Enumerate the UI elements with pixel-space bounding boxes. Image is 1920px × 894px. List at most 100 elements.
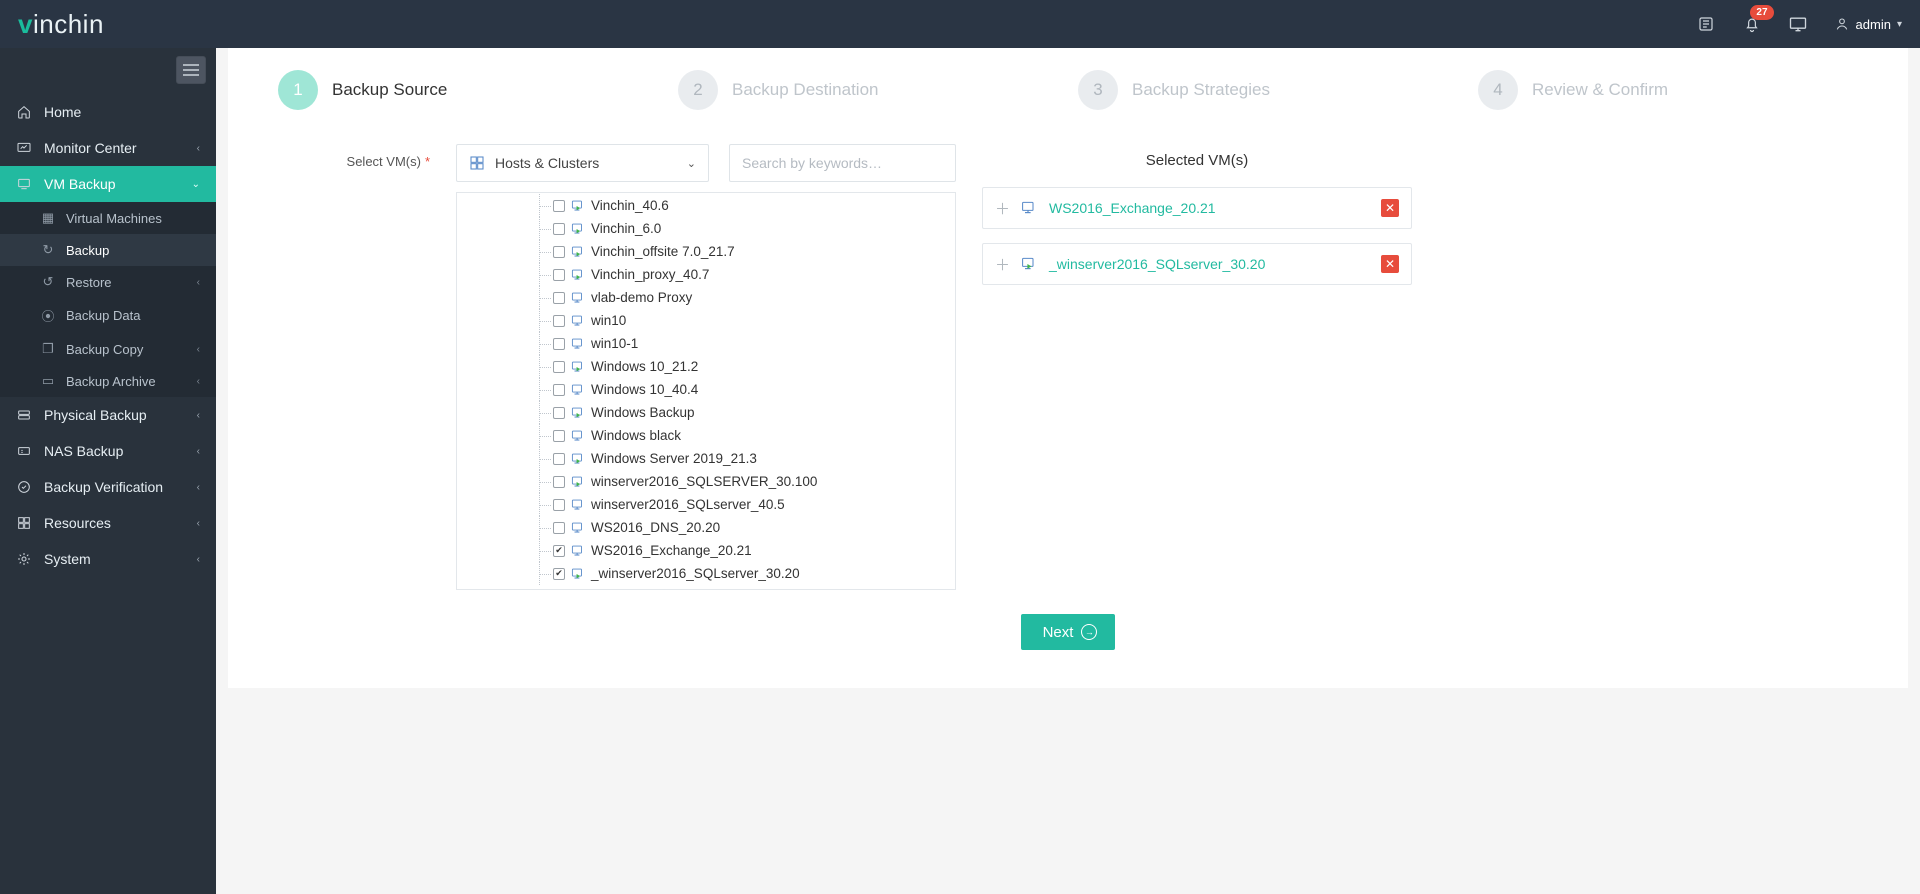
checkbox[interactable]: [553, 545, 565, 557]
vm-icon: [571, 452, 585, 466]
expand-icon[interactable]: ＋: [995, 254, 1009, 275]
checkbox[interactable]: [553, 384, 565, 396]
tree-item[interactable]: Vinchin_6.0: [457, 217, 955, 240]
remove-button[interactable]: ✕: [1381, 255, 1399, 273]
checkbox[interactable]: [553, 499, 565, 511]
view-dropdown[interactable]: Hosts & Clusters ⌄: [456, 144, 709, 182]
checkbox[interactable]: [553, 223, 565, 235]
tree-item[interactable]: Vinchin_proxy_40.7: [457, 263, 955, 286]
checkbox[interactable]: [553, 315, 565, 327]
checkbox[interactable]: [553, 246, 565, 258]
nav-resources[interactable]: Resources‹: [0, 505, 216, 541]
checkbox[interactable]: [553, 338, 565, 350]
vm-name: Vinchin_proxy_40.7: [591, 267, 709, 282]
vm-name: Vinchin_6.0: [591, 221, 661, 236]
next-button[interactable]: Next →: [1021, 614, 1116, 650]
tree-item[interactable]: Vinchin_40.6: [457, 194, 955, 217]
brand-logo: vinchin: [18, 9, 104, 40]
checkbox[interactable]: [553, 200, 565, 212]
remove-button[interactable]: ✕: [1381, 199, 1399, 217]
vm-icon: [571, 521, 585, 535]
step-1[interactable]: 1Backup Source: [278, 70, 658, 110]
sub-backup-data[interactable]: ⦿Backup Data: [0, 298, 216, 333]
bell-icon[interactable]: 27: [1742, 14, 1762, 34]
step-2[interactable]: 2Backup Destination: [678, 70, 1058, 110]
nav-home[interactable]: Home: [0, 94, 216, 130]
nav-nas-backup[interactable]: NAS Backup‹: [0, 433, 216, 469]
sub-backup-archive[interactable]: ▭Backup Archive‹: [0, 365, 216, 397]
nav-label: Monitor Center: [44, 140, 137, 156]
chevron-left-icon: ‹: [197, 410, 200, 421]
tree-item[interactable]: Windows Backup: [457, 401, 955, 424]
tree-item[interactable]: vlab-demo Proxy: [457, 286, 955, 309]
checkbox[interactable]: [553, 453, 565, 465]
database-icon: ⦿: [40, 306, 56, 325]
tree-item[interactable]: winserver2016_SQLserver_40.5: [457, 493, 955, 516]
nav-physical-backup[interactable]: Physical Backup‹: [0, 397, 216, 433]
vm-name: win10: [591, 313, 626, 328]
sub-virtual-machines[interactable]: ▦Virtual Machines: [0, 202, 216, 234]
notification-badge: 27: [1750, 5, 1773, 20]
tree-item[interactable]: win10-1: [457, 332, 955, 355]
tree-item[interactable]: WS2016_Exchange_20.21: [457, 539, 955, 562]
vm-tree[interactable]: Vinchin_40.6 Vinchin_6.0 Vinchin_offsite 7…: [456, 192, 956, 590]
arrow-right-icon: →: [1081, 624, 1097, 640]
checkbox[interactable]: [553, 568, 565, 580]
checkbox[interactable]: [553, 430, 565, 442]
chevron-left-icon: ‹: [197, 554, 200, 565]
tree-item[interactable]: _winserver2016_SQLserver_30.20: [457, 562, 955, 585]
checkbox[interactable]: [553, 476, 565, 488]
nav-label: VM Backup: [44, 176, 116, 192]
nav-label: System: [44, 551, 91, 567]
tree-item[interactable]: Windows black: [457, 424, 955, 447]
vm-icon: [571, 498, 585, 512]
nav-monitor-center[interactable]: Monitor Center ‹: [0, 130, 216, 166]
topbar: vinchin 27 admin ▾: [0, 0, 1920, 48]
tree-item[interactable]: winserver2016_SQLSERVER_30.100: [457, 470, 955, 493]
vm-icon: [571, 337, 585, 351]
tree-item[interactable]: Vinchin_offsite 7.0_21.7: [457, 240, 955, 263]
vm-icon: [571, 544, 585, 558]
vm-icon: [571, 360, 585, 374]
wizard-card: 1Backup Source 2Backup Destination 3Back…: [228, 48, 1908, 688]
step-3[interactable]: 3Backup Strategies: [1078, 70, 1458, 110]
checkbox[interactable]: [553, 522, 565, 534]
sub-backup-copy[interactable]: ❐Backup Copy‹: [0, 333, 216, 365]
tree-item[interactable]: Windows 10_40.4: [457, 378, 955, 401]
chevron-left-icon: ‹: [197, 376, 200, 387]
topbar-actions: 27 admin ▾: [1696, 14, 1902, 34]
tree-item[interactable]: Windows Server 2019_21.3: [457, 447, 955, 470]
sub-restore[interactable]: ↺Restore‹: [0, 266, 216, 298]
monitor-icon[interactable]: [1788, 14, 1808, 34]
select-vms-label: Select VM(s)*: [288, 144, 430, 169]
checkbox[interactable]: [553, 269, 565, 281]
step-4[interactable]: 4Review & Confirm: [1478, 70, 1858, 110]
expand-icon[interactable]: ＋: [995, 198, 1009, 219]
nav-backup-verification[interactable]: Backup Verification‹: [0, 469, 216, 505]
chevron-left-icon: ‹: [197, 446, 200, 457]
nav-vm-backup[interactable]: VM Backup ⌄: [0, 166, 216, 202]
tree-item[interactable]: win10: [457, 309, 955, 332]
checkbox[interactable]: [553, 292, 565, 304]
checkbox[interactable]: [553, 361, 565, 373]
checkbox[interactable]: [553, 407, 565, 419]
user-menu[interactable]: admin ▾: [1834, 16, 1902, 32]
jobs-icon[interactable]: [1696, 14, 1716, 34]
chevron-left-icon: ‹: [197, 277, 200, 288]
tree-item[interactable]: WS2016_DNS_20.20: [457, 516, 955, 539]
nav-label: Resources: [44, 515, 111, 531]
dropdown-label: Hosts & Clusters: [495, 155, 599, 171]
selected-vm-name: _winserver2016_SQLserver_30.20: [1049, 256, 1265, 272]
vm-icon: [571, 567, 585, 581]
sidebar-toggle[interactable]: [176, 56, 206, 84]
sub-backup[interactable]: ↻Backup: [0, 234, 216, 266]
user-name: admin: [1856, 17, 1891, 32]
vm-icon: [571, 475, 585, 489]
sidebar: Home Monitor Center ‹ VM Backup ⌄ ▦Virtu…: [0, 48, 216, 894]
chevron-down-icon: ⌄: [687, 157, 696, 170]
chevron-down-icon: ⌄: [192, 179, 200, 190]
search-input[interactable]: [729, 144, 956, 182]
tree-item[interactable]: Windows 10_21.2: [457, 355, 955, 378]
vm-backup-submenu: ▦Virtual Machines ↻Backup ↺Restore‹ ⦿Bac…: [0, 202, 216, 397]
nav-system[interactable]: System ‹: [0, 541, 216, 577]
